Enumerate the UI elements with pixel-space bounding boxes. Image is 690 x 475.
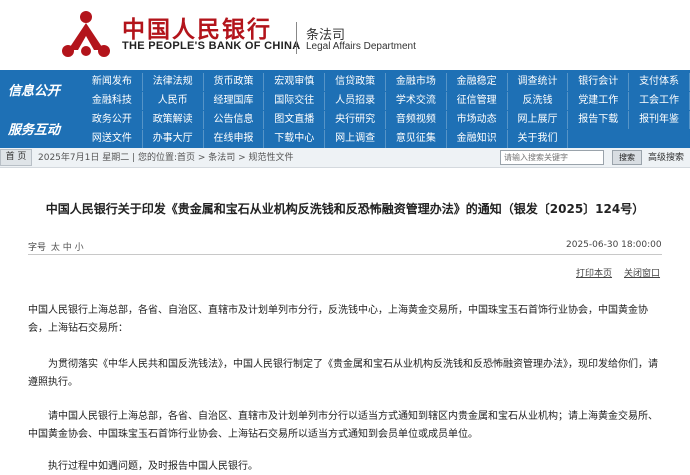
nav-item[interactable]: 央行研究: [325, 111, 386, 129]
nav-item[interactable]: 图文直播: [264, 111, 326, 129]
nav-item[interactable]: 意见征集: [386, 130, 447, 148]
nav-item[interactable]: 金融知识: [447, 130, 508, 148]
nav-item[interactable]: 政策解读: [143, 111, 204, 129]
search-button[interactable]: 搜索: [612, 150, 642, 165]
nav-item[interactable]: 党建工作: [568, 92, 630, 110]
font-size-selector: 字号 太 中 小: [28, 240, 84, 253]
nav-item[interactable]: 新闻发布: [82, 73, 143, 91]
font-size-options[interactable]: 太 中 小: [51, 243, 84, 253]
article-paragraph: 中国人民银行上海总部，各省、自治区、直辖市及计划单列市分行，反洗钱中心，上海黄金…: [28, 305, 648, 334]
nav-item[interactable]: 反洗钱: [508, 92, 569, 110]
site-header: 中国人民银行 THE PEOPLE'S BANK OF CHINA 条法司 Le…: [0, 0, 690, 70]
nav-item[interactable]: 银行会计: [568, 73, 630, 91]
nav-grid: 新闻发布 法律法规 货币政策 宏观审慎 信贷政策 金融市场 金融稳定 调查统计 银行会计 支付体系…: [82, 73, 690, 148]
nav-item[interactable]: 征信管理: [447, 92, 508, 110]
nav-item[interactable]: 音频视频: [386, 111, 447, 129]
main-nav: 信息公开 服务互动 新闻发布 法律法规 货币政策 宏观审慎 信贷政策 金融市场 金融稳定 调查…: [0, 70, 690, 148]
nav-item[interactable]: 办事大厅: [143, 130, 204, 148]
nav-item[interactable]: 金融市场: [386, 73, 447, 91]
nav-item[interactable]: 报刊年鉴: [629, 111, 690, 129]
dept-name-en: Legal Affairs Department: [306, 41, 416, 52]
nav-item[interactable]: 金融稳定: [447, 73, 508, 91]
nav-item[interactable]: 网上展厅: [508, 111, 569, 129]
nav-label-service: 服务互动: [8, 123, 61, 138]
nav-item[interactable]: 市场动态: [447, 111, 508, 129]
print-page-link[interactable]: 打印本页: [576, 266, 612, 279]
home-button[interactable]: 首 页: [0, 149, 32, 166]
nav-item[interactable]: 下载中心: [264, 130, 326, 148]
breadcrumb-bar: 首 页 2025年7月1日 星期二 | 您的位置:首页 > 条法司 > 规范性文…: [0, 148, 690, 168]
nav-item[interactable]: 调查统计: [508, 73, 569, 91]
nav-item[interactable]: 工会工作: [629, 92, 690, 110]
font-size-label: 字号: [28, 243, 47, 253]
article-paragraph: 为贯彻落实《中华人民共和国反洗钱法》，中国人民银行制定了《贵金属和宝石从业机构反…: [28, 359, 658, 388]
bank-name-en: THE PEOPLE'S BANK OF CHINA: [122, 40, 301, 52]
advanced-search-link[interactable]: 高级搜索: [648, 148, 684, 168]
article-paragraph: 请中国人民银行上海总部，各省、自治区、直辖市及计划单列市分行以适当方式通知到辖区…: [28, 411, 658, 440]
nav-item[interactable]: 金融科技: [82, 92, 143, 110]
nav-item[interactable]: 网送文件: [82, 130, 143, 148]
page-title: 中国人民银行关于印发《贵金属和宝石从业机构反洗钱和反恐怖融资管理办法》的通知（银…: [45, 202, 645, 216]
nav-item[interactable]: 人民币: [143, 92, 204, 110]
nav-item[interactable]: 货币政策: [204, 73, 265, 91]
breadcrumb: 2025年7月1日 星期二 | 您的位置:首页 > 条法司 > 规范性文件: [38, 153, 294, 163]
nav-item[interactable]: 政务公开: [82, 111, 143, 129]
nav-item[interactable]: 法律法规: [143, 73, 204, 91]
pboc-logo-icon: [62, 11, 110, 57]
nav-item[interactable]: 公告信息: [204, 111, 265, 129]
nav-item[interactable]: 学术交流: [386, 92, 447, 110]
nav-item[interactable]: 支付体系: [629, 73, 690, 91]
nav-item[interactable]: 报告下载: [568, 111, 630, 129]
nav-label-info: 信息公开: [8, 84, 61, 99]
article-paragraph: 执行过程中如遇问题，及时报告中国人民银行。: [48, 461, 258, 472]
title-divider: [28, 254, 662, 255]
nav-item[interactable]: 经理国库: [204, 92, 265, 110]
nav-item[interactable]: 宏观审慎: [264, 73, 326, 91]
nav-item[interactable]: 信贷政策: [325, 73, 386, 91]
nav-item[interactable]: 关于我们: [508, 130, 569, 148]
header-divider: [296, 22, 297, 54]
search-input[interactable]: [500, 150, 604, 165]
nav-item[interactable]: 网上调查: [325, 130, 386, 148]
publish-date: 2025-06-30 18:00:00: [566, 240, 662, 250]
close-window-link[interactable]: 关闭窗口: [624, 266, 660, 279]
bank-name-cn: 中国人民银行: [122, 16, 272, 43]
nav-item[interactable]: 人员招录: [325, 92, 386, 110]
nav-item[interactable]: 在线申报: [204, 130, 265, 148]
nav-item[interactable]: 国际交往: [264, 92, 326, 110]
